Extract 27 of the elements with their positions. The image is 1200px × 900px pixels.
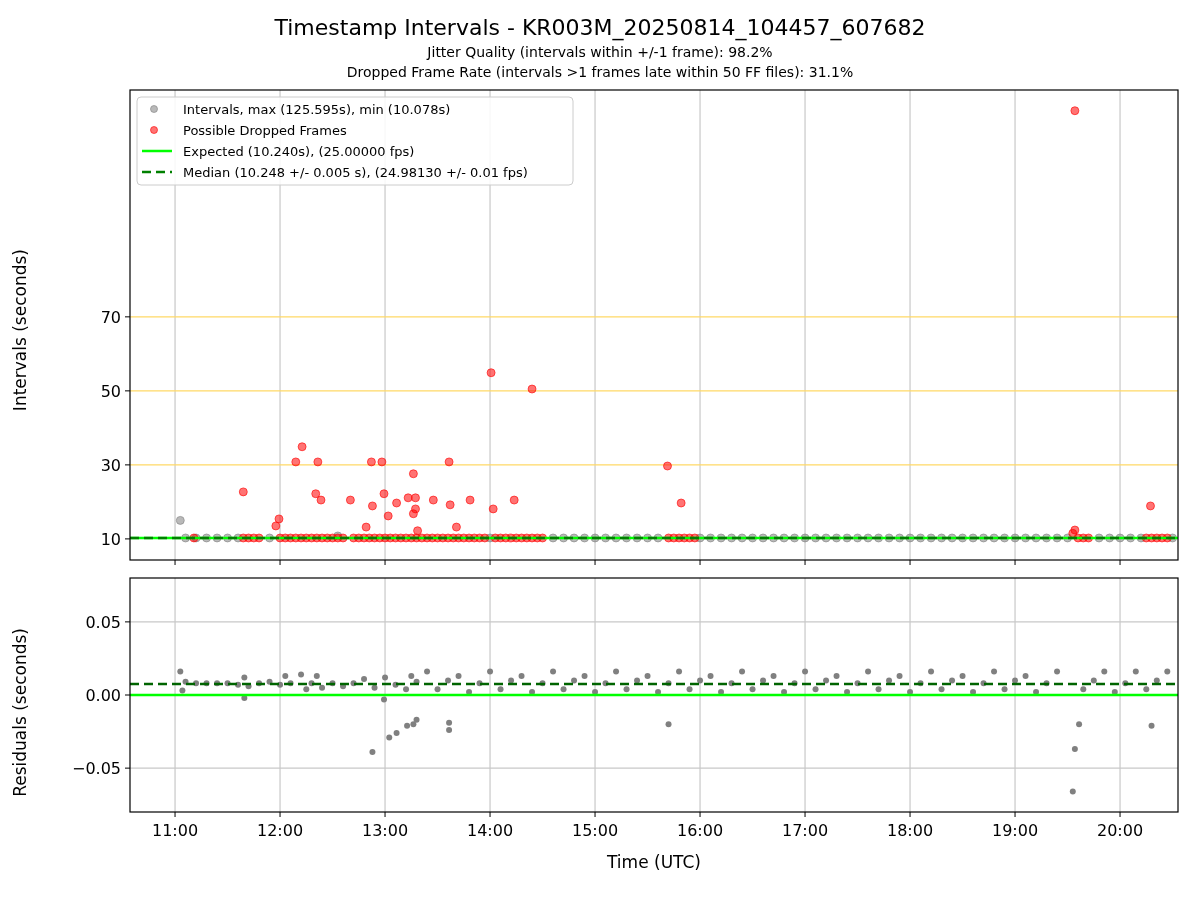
tick-label: 19:00 xyxy=(992,821,1039,840)
legend-label: Intervals, max (125.595s), min (10.078s) xyxy=(183,102,451,117)
axis-label: Time (UTC) xyxy=(607,852,701,872)
tick-label: 0.00 xyxy=(85,686,121,705)
tick-label: 11:00 xyxy=(152,821,199,840)
figure-subtitle: Dropped Frame Rate (intervals >1 frames late within 50 FF files): 31.1% xyxy=(346,63,854,82)
tick-label: 10 xyxy=(100,529,121,549)
tick-label: 12:00 xyxy=(257,821,304,840)
tick-label: 30 xyxy=(100,455,121,475)
tick-label: −0.05 xyxy=(71,759,121,779)
tick-label: 70 xyxy=(100,307,121,327)
tick-label: 20:00 xyxy=(1097,821,1144,840)
tick-label: 18:00 xyxy=(887,821,934,840)
legend-label: Expected (10.240s), (25.00000 fps) xyxy=(183,144,415,159)
legend-label: Possible Dropped Frames xyxy=(183,123,347,138)
axis-label: Residuals (seconds) xyxy=(10,627,30,797)
tick-label: 14:00 xyxy=(467,821,514,840)
tick-label: 50 xyxy=(100,381,121,401)
tick-label: 16:00 xyxy=(677,821,724,840)
tick-label: 13:00 xyxy=(362,821,409,840)
tick-label: 15:00 xyxy=(572,821,619,840)
tick-label: 17:00 xyxy=(782,821,829,840)
figure-title: Timestamp Intervals - KR003M_20250814_104457_607682 xyxy=(274,14,926,42)
tick-label: 0.05 xyxy=(85,612,121,632)
legend-label: Median (10.248 +/- 0.005 s), (24.98130 +/- 0.01 fps) xyxy=(183,165,528,180)
axis-label: Intervals (seconds) xyxy=(10,248,30,412)
figure-subtitle: Jitter Quality (intervals within +/-1 frame): 98.2% xyxy=(427,43,773,62)
